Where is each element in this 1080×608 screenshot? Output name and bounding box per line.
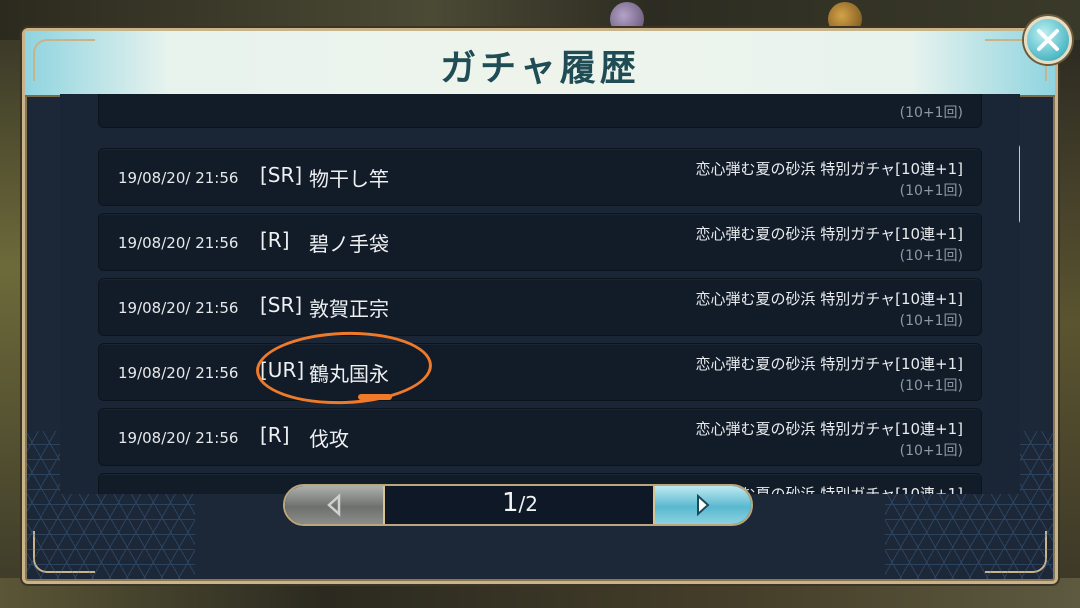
history-row: 19/08/20/ 21:56 [SR] 物干し竿 恋心弾む夏の砂浜 特別ガチャ… [98,148,982,206]
row-gacha-name: 恋心弾む夏の砂浜 特別ガチャ[10連+1] [695,290,963,308]
row-date: 19/08/20/ 21:56 [118,234,239,252]
history-row: (10+1回) [98,94,982,128]
page-indicator: 1/2 [385,488,655,518]
row-rarity: [SR] [260,293,303,317]
scrollbar-thumb[interactable] [1019,143,1020,225]
total-pages: /2 [518,492,538,516]
row-item-name: 碧ノ手袋 [309,232,389,256]
history-row: 19/08/20/ 21:56 [R] 碧ノ手袋 恋心弾む夏の砂浜 特別ガチャ[… [98,213,982,271]
row-rarity: [R] [260,423,290,447]
current-page: 1 [501,488,519,518]
dialog-title: ガチャ履歴 [440,47,640,89]
row-pull-count: (10+1回) [899,105,963,121]
row-rarity: [R] [260,228,290,252]
row-item-name: 伐攻 [309,427,349,451]
row-item-name: 物干し竿 [309,167,389,191]
gacha-history-list[interactable]: (10+1回) 19/08/20/ 21:56 [SR] 物干し竿 恋心弾む夏の… [60,94,1020,494]
row-date: 19/08/20/ 21:56 [118,299,239,317]
close-x-icon [1037,29,1059,51]
row-gacha-name: 恋心弾む夏の砂浜 特別ガチャ[10連+1] [695,355,963,373]
row-pull-count: (10+1回) [899,248,963,264]
pagination: 1/2 [283,484,753,526]
history-row: 19/08/20/ 21:56 [R] 伐攻 恋心弾む夏の砂浜 特別ガチャ[10… [98,408,982,466]
row-date: 19/08/20/ 21:56 [118,429,239,447]
frame-corner-ornament [33,39,95,81]
row-date: 19/08/20/ 21:56 [118,364,239,382]
row-rarity: [SR] [260,163,303,187]
triangle-left-icon [327,493,341,517]
row-gacha-name: 恋心弾む夏の砂浜 特別ガチャ[10連+1] [695,420,963,438]
close-button[interactable] [1024,16,1072,64]
triangle-right-icon [697,493,710,517]
title-bar: ガチャ履歴 [25,31,1055,97]
row-gacha-name: 恋心弾む夏の砂浜 特別ガチャ[10連+1] [695,160,963,178]
row-rarity: [UR] [260,358,305,382]
next-page-button[interactable] [653,486,751,524]
row-pull-count: (10+1回) [899,183,963,199]
row-item-name: 敦賀正宗 [309,297,389,321]
row-pull-count: (10+1回) [899,313,963,329]
row-pull-count: (10+1回) [899,378,963,394]
history-row: 19/08/20/ 21:56 [SR] 敦賀正宗 恋心弾む夏の砂浜 特別ガチャ… [98,278,982,336]
row-date: 19/08/20/ 21:56 [118,169,239,187]
row-pull-count: (10+1回) [899,443,963,459]
previous-page-button[interactable] [285,486,385,524]
row-item-name: 鶴丸国永 [309,362,389,386]
row-gacha-name: 恋心弾む夏の砂浜 特別ガチャ[10連+1] [695,225,963,243]
history-row-highlighted: 19/08/20/ 21:56 [UR] 鶴丸国永 恋心弾む夏の砂浜 特別ガチャ… [98,343,982,401]
